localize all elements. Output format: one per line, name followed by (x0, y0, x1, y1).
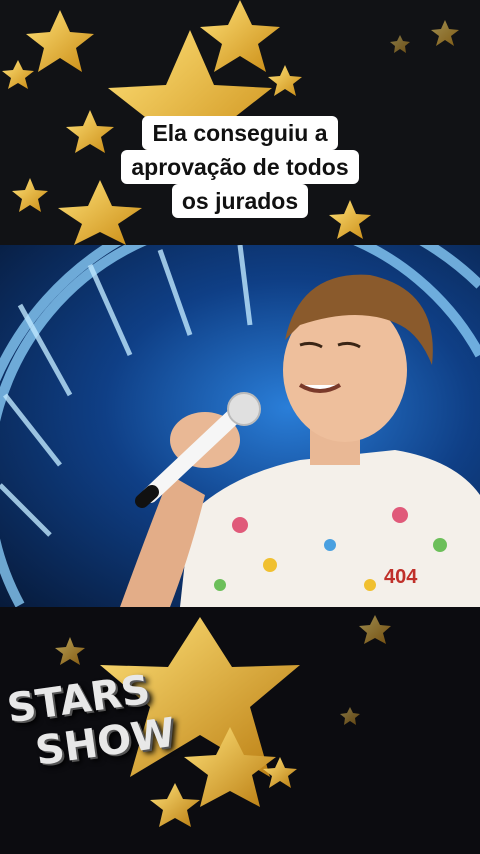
caption-line-1: Ela conseguiu a (142, 116, 338, 150)
star-icon (150, 783, 200, 827)
star-icon (2, 60, 34, 89)
star-icon (55, 637, 85, 665)
caption-line-3: os jurados (171, 184, 309, 218)
star-icon (431, 20, 459, 46)
video-frame-singer: 404 (0, 245, 480, 607)
star-icon (184, 727, 276, 807)
shirt-number: 404 (384, 566, 418, 588)
stage-scene: 404 (0, 245, 480, 607)
star-icon (359, 615, 391, 644)
caption-line-2: aprovação de todos (121, 150, 359, 184)
top-stars-panel: Ela conseguiu a aprovação de todos os ju… (0, 0, 480, 245)
star-icon (26, 10, 94, 72)
caption-box: Ela conseguiu a aprovação de todos os ju… (0, 116, 480, 218)
star-icon (390, 35, 410, 53)
star-icon (200, 0, 280, 72)
star-icon (268, 65, 302, 96)
star-icon (340, 707, 360, 725)
